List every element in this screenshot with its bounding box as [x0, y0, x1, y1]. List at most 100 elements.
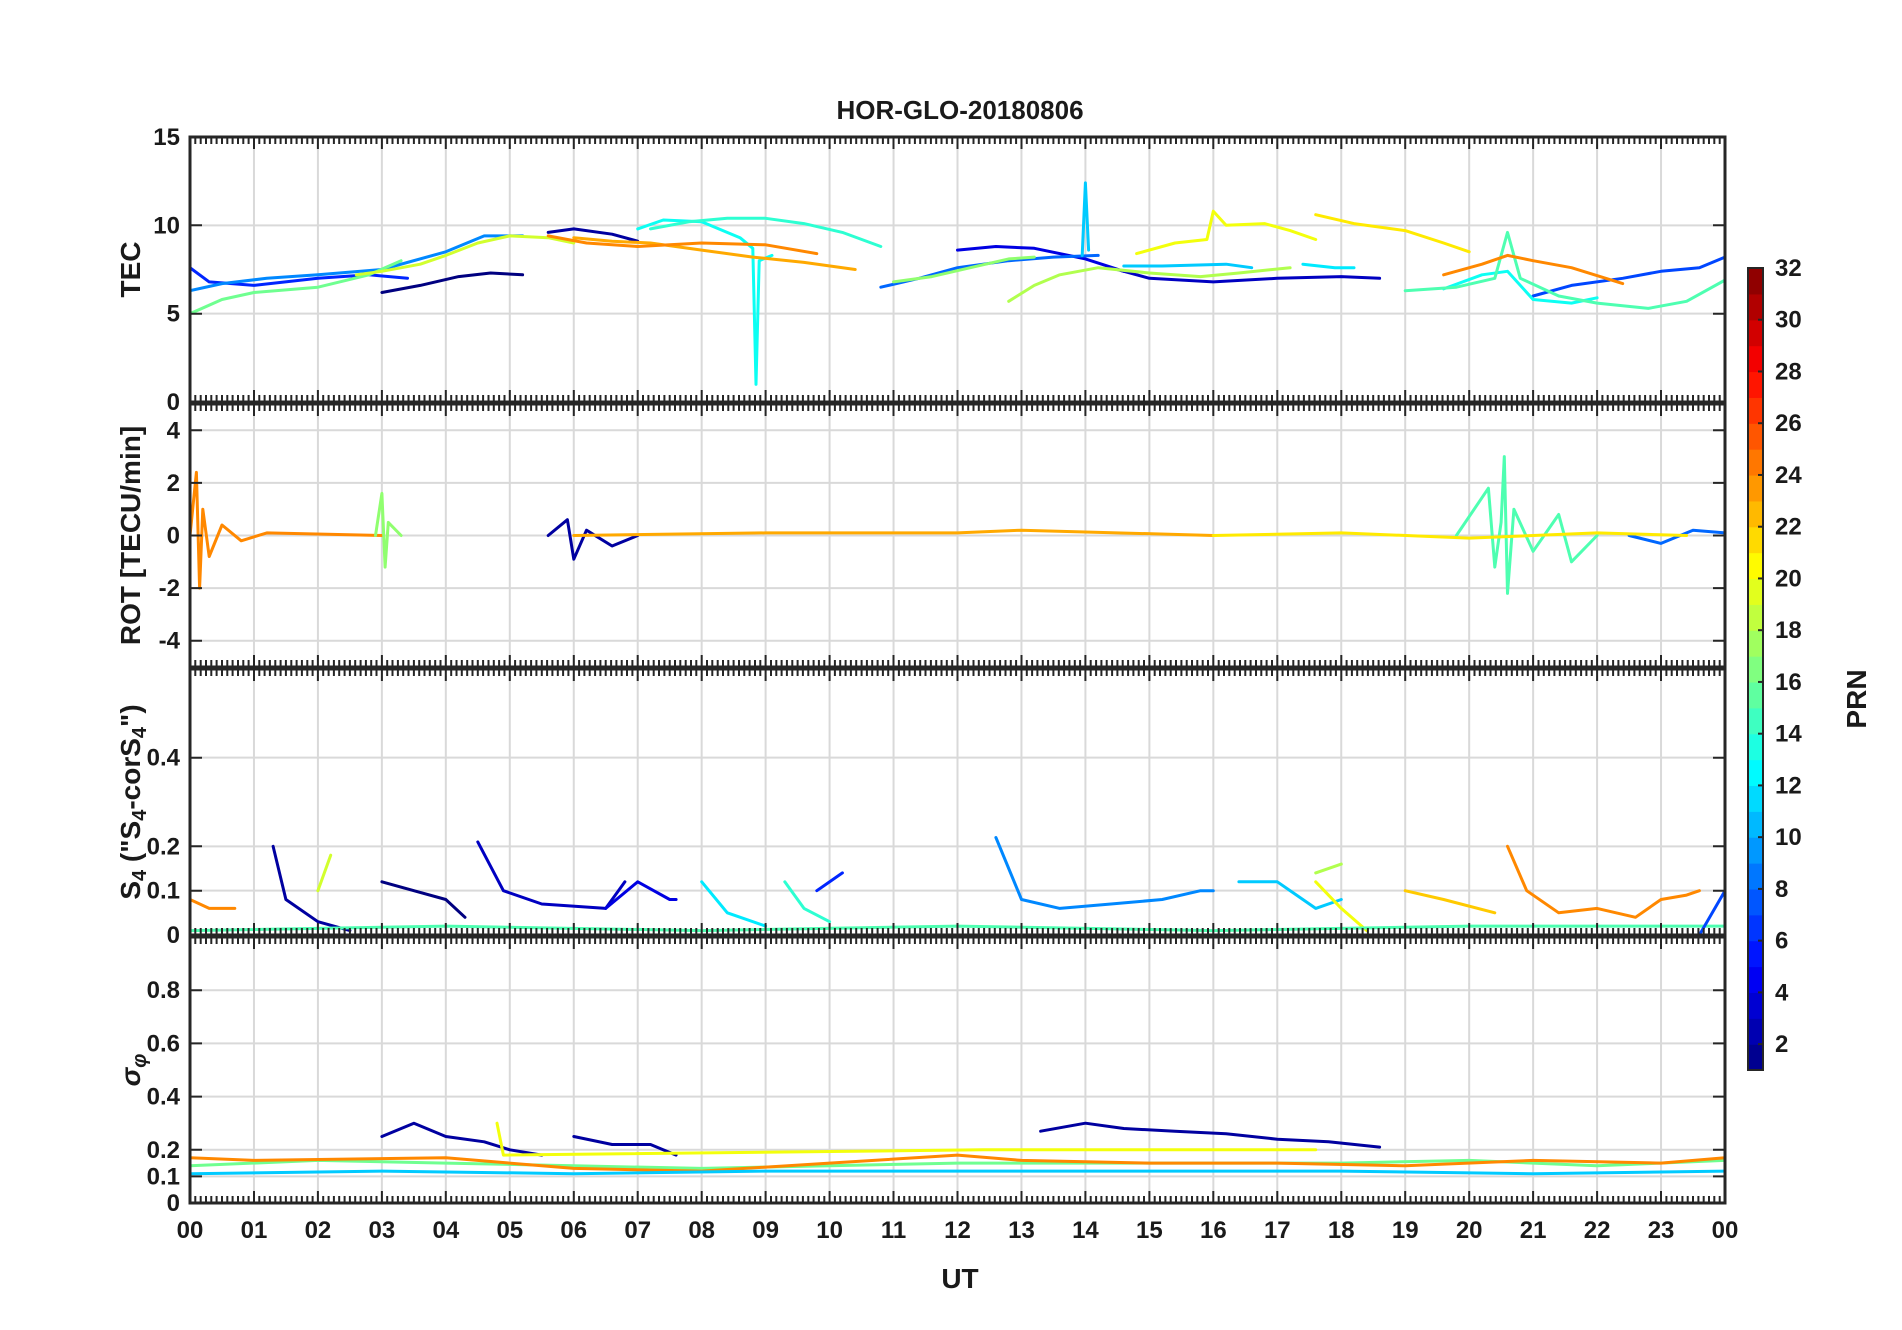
x-tick-label: 19: [1392, 1217, 1419, 1244]
series-line-prn-2: [1039, 1121, 1382, 1149]
colorbar-segment: [1748, 268, 1763, 295]
y-axis-label-part: "): [115, 704, 146, 727]
panel-sigma: 00.10.2 0.4 0.6 0.8 σφ: [115, 935, 1727, 1217]
y-axis-label: S4 ("S4-corS4"): [115, 704, 151, 899]
series-line-prn-2: [271, 844, 352, 933]
colorbar: 2468101214161820222426283032PRN: [1747, 255, 1872, 1071]
colorbar-segment: [1748, 345, 1763, 373]
panels-group: 051015TEC-4-2024ROT [TECU/min]00.10.20.4…: [115, 124, 1727, 1217]
y-axis-label-part: ("S: [115, 821, 146, 870]
colorbar-segment: [1748, 449, 1763, 476]
series-line-prn-24: [1506, 844, 1701, 919]
colorbar-label: PRN: [1841, 669, 1872, 728]
colorbar-segment: [1748, 759, 1763, 787]
colorbar-tick-label: 12: [1775, 772, 1802, 799]
colorbar-segment: [1748, 837, 1763, 864]
colorbar-segment: [1748, 500, 1763, 528]
y-axis-label-part: S: [115, 881, 146, 900]
colorbar-segment: [1748, 733, 1763, 761]
series-line-prn-8: [879, 253, 1100, 289]
colorbar-tick-label: 4: [1775, 979, 1789, 1006]
colorbar-segment: [1748, 656, 1763, 683]
x-tick-label: 11: [881, 1217, 906, 1244]
x-tick-label: 05: [496, 1217, 523, 1244]
colorbar-segment: [1748, 914, 1763, 942]
colorbar-segment: [1748, 707, 1763, 735]
series-line-prn-8: [1627, 528, 1725, 545]
x-tick-label: 22: [1584, 1217, 1611, 1244]
colorbar-segment: [1748, 578, 1763, 605]
x-tick-label: 17: [1264, 1217, 1291, 1244]
series-line-prn-17: [374, 491, 403, 569]
x-tick-label: 13: [1008, 1217, 1035, 1244]
colorbar-tick-label: 16: [1775, 669, 1802, 696]
series-line-prn-24: [190, 470, 384, 590]
y-tick-label: 5: [167, 301, 180, 328]
y-tick-label: 0: [167, 389, 180, 416]
y-axis-label: σφ: [115, 1054, 151, 1087]
series-line-prn-12: [1301, 262, 1356, 270]
x-tick-label: 21: [1520, 1217, 1547, 1244]
panel-rot: -4 -2 0 2 4 ROT [TECU/min]: [115, 402, 1727, 669]
y-tick-label: 10: [153, 212, 180, 239]
colorbar-segment: [1748, 319, 1763, 347]
colorbar-segment: [1748, 1018, 1763, 1045]
series-line-prn-7: [1531, 255, 1725, 298]
series-line-prn-22: [1403, 889, 1497, 915]
y-tick-label: 0.2: [147, 833, 180, 860]
series-line-prn-19: [354, 234, 576, 277]
x-tick-label: 15: [1136, 1217, 1163, 1244]
chart-title: HOR-GLO-20180806: [836, 95, 1083, 125]
colorbar-segment: [1748, 293, 1763, 321]
colorbar-segment: [1748, 966, 1763, 993]
colorbar-tick-label: 10: [1775, 824, 1802, 851]
series-line-prn-24: [190, 898, 237, 910]
x-tick-label: 04: [432, 1217, 459, 1244]
colorbar-tick-label: 20: [1775, 565, 1802, 592]
colorbar-segment: [1748, 785, 1763, 812]
x-axis: 00 01 02 03 04 05 06 07 08 09 10 11 12 13 14 15 16 17 18 19…: [177, 1217, 1739, 1244]
colorbar-segment: [1748, 526, 1763, 554]
x-tick-label: 03: [369, 1217, 396, 1244]
colorbar-segment: [1748, 863, 1763, 890]
panel-s4: 0 0.1 0.2 0.4S4 ("S4-corS4"): [115, 667, 1727, 949]
series-line-prn-1: [380, 271, 525, 294]
x-tick-label: 10: [816, 1217, 843, 1244]
y-tick-label: 0: [167, 922, 180, 949]
x-tick-label: 14: [1072, 1217, 1099, 1244]
colorbar-segment: [1748, 1044, 1763, 1071]
x-axis-label: UT: [941, 1263, 978, 1294]
colorbar-segment: [1748, 681, 1763, 709]
x-tick-label: 00: [1712, 1217, 1739, 1244]
series-line-prn-11: [1122, 262, 1254, 270]
colorbar-tick-label: 30: [1775, 307, 1802, 334]
y-tick-label: 0: [167, 523, 180, 550]
x-tick-label: 00: [177, 1217, 204, 1244]
y-tick-label: 0: [167, 1190, 180, 1217]
y-axis-label: TEC: [115, 242, 146, 298]
x-tick-label: 06: [560, 1217, 587, 1244]
y-axis-label-part: σ: [115, 1066, 146, 1086]
y-tick-label: 0.6: [147, 1030, 180, 1057]
colorbar-tick-label: 6: [1775, 928, 1788, 955]
x-tick-label: 07: [624, 1217, 651, 1244]
y-tick-label: 0.2: [147, 1137, 180, 1164]
colorbar-segment: [1748, 474, 1763, 502]
colorbar-tick-label: 18: [1775, 617, 1802, 644]
series-line-prn-11: [1237, 880, 1343, 910]
series-line-prn-12: [700, 880, 768, 928]
colorbar-tick-label: 28: [1775, 358, 1802, 385]
colorbar-tick-label: 24: [1775, 462, 1802, 489]
colorbar-tick-label: 14: [1775, 721, 1802, 748]
x-tick-label: 08: [688, 1217, 715, 1244]
y-tick-label: 0.1: [147, 1163, 180, 1190]
series-line-prn-3: [476, 840, 627, 910]
y-tick-label: 0.1: [147, 878, 180, 905]
colorbar-tick-label: 32: [1775, 255, 1802, 282]
y-tick-label: 2: [167, 470, 180, 497]
colorbar-tick-label: 2: [1775, 1031, 1788, 1058]
x-tick-label: 18: [1328, 1217, 1355, 1244]
x-tick-label: 02: [305, 1217, 332, 1244]
y-tick-label: 4: [167, 417, 181, 444]
panel-tec: 0 5 10 15 TEC: [115, 124, 1727, 416]
